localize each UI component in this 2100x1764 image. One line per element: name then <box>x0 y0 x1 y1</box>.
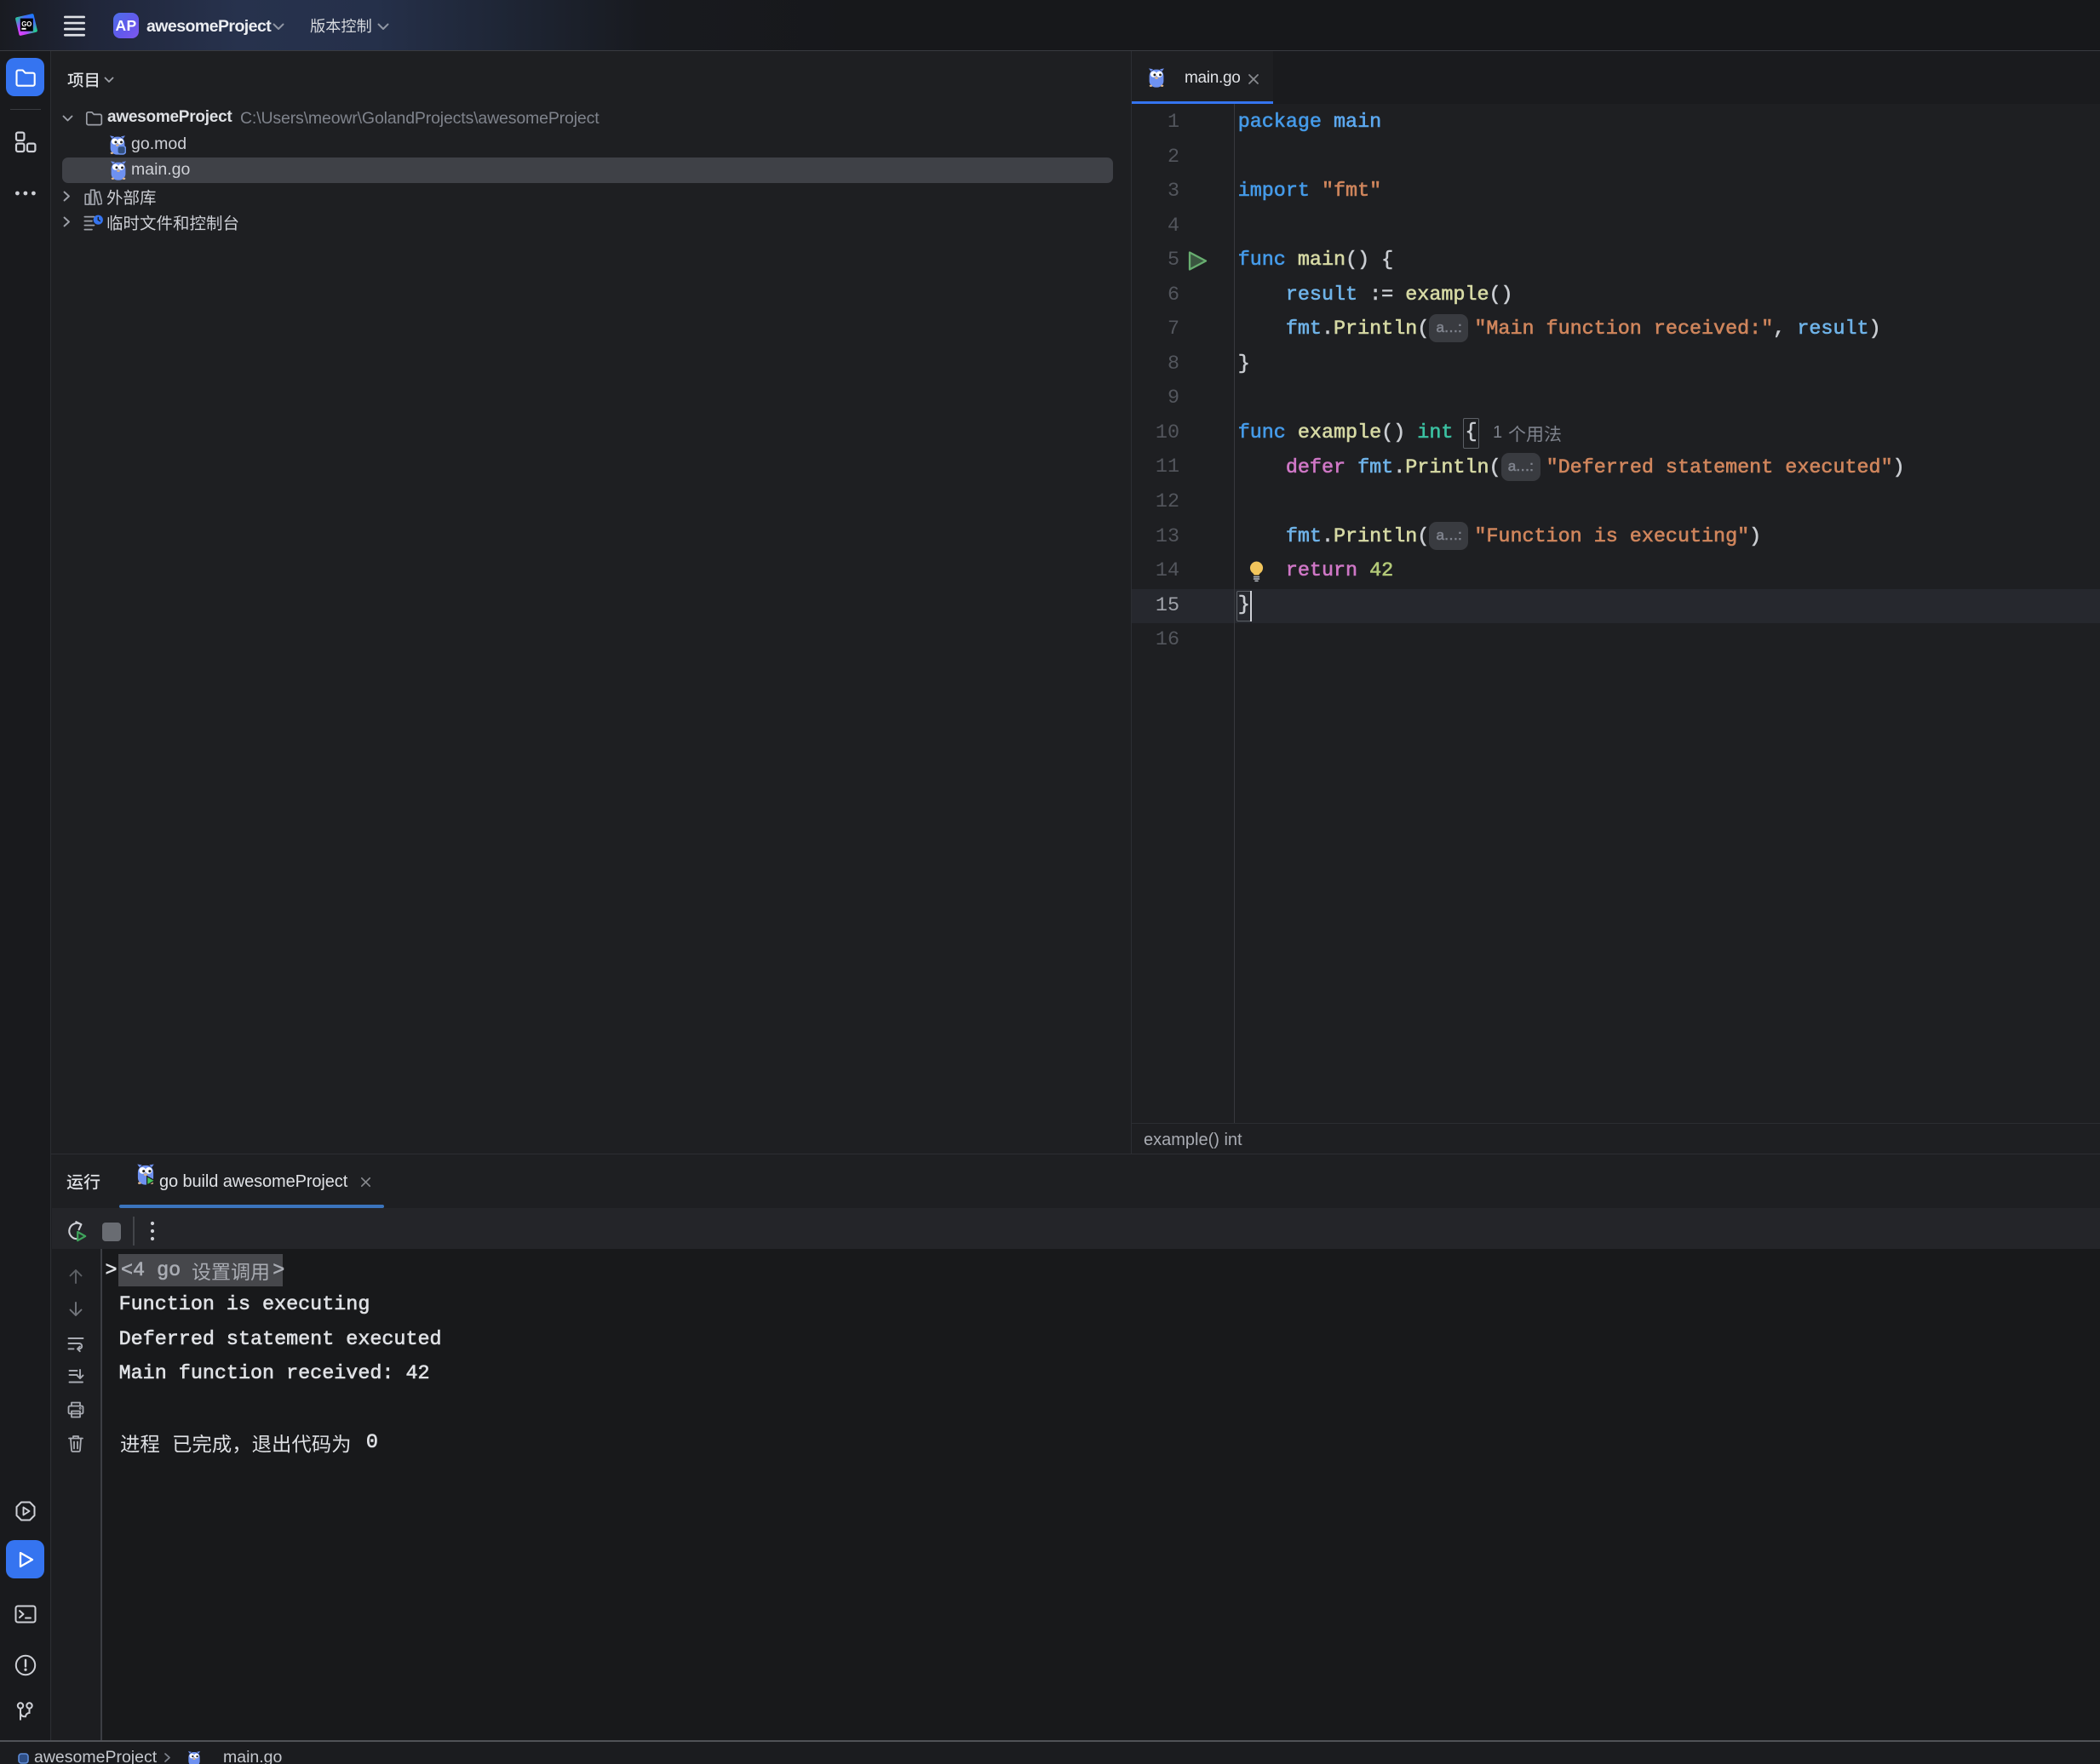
svg-text:GO: GO <box>21 20 32 28</box>
